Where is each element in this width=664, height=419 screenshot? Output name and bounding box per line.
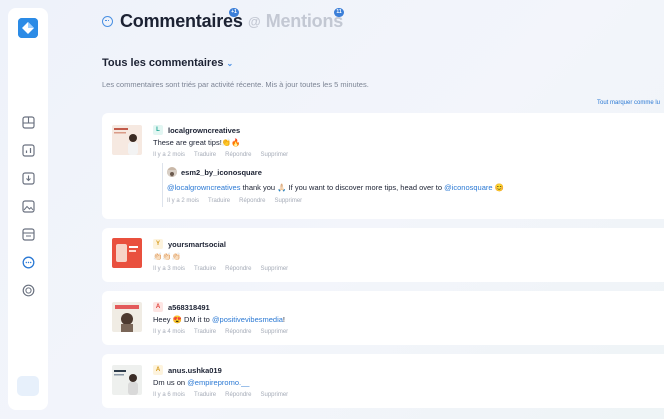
comment-meta: Il y a 2 mois Traduire Répondre Supprime… bbox=[153, 152, 288, 158]
listening-icon[interactable] bbox=[22, 284, 35, 297]
mentions-count-badge: 11 bbox=[334, 8, 344, 17]
post-thumbnail[interactable] bbox=[112, 125, 142, 155]
reply-text-end: 😊 bbox=[492, 183, 505, 192]
iconosquare-logo[interactable] bbox=[18, 18, 38, 38]
comment-text: Heey 😍 DM it to @positivevibesmedia! bbox=[153, 315, 285, 324]
comment-author[interactable]: a568318491 bbox=[168, 303, 210, 312]
comment-text-body: Heey 😍 DM it to bbox=[153, 315, 212, 324]
author-avatar: A bbox=[153, 365, 163, 375]
translate-button[interactable]: Traduire bbox=[208, 198, 230, 204]
comment-author[interactable]: yoursmartsocial bbox=[168, 240, 226, 249]
publish-icon[interactable] bbox=[22, 172, 35, 185]
comment-meta: Il y a 4 mois Traduire Répondre Supprime… bbox=[153, 329, 288, 335]
author-avatar: Y bbox=[153, 239, 163, 249]
analytics-icon[interactable] bbox=[22, 144, 35, 157]
reply-meta: Il y a 2 mois Traduire Répondre Supprime… bbox=[167, 198, 302, 204]
comment-card: A a568318491 Heey 😍 DM it to @positivevi… bbox=[102, 291, 664, 345]
tab-mentions-label: Mentions bbox=[265, 10, 344, 31]
sidebar bbox=[8, 8, 48, 410]
reply-button[interactable]: Répondre bbox=[225, 266, 251, 272]
translate-button[interactable]: Traduire bbox=[194, 152, 216, 158]
comment-author[interactable]: localgrowncreatives bbox=[168, 126, 240, 135]
reply-author-avatar bbox=[167, 167, 177, 177]
reply-thread: esm2_by_iconosquare @localgrowncreatives… bbox=[162, 163, 642, 207]
comment-card: A anus.ushka019 Dm us on @empirepromo.__… bbox=[102, 354, 664, 408]
comment-text-body: Dm us on bbox=[153, 378, 188, 387]
mention-link[interactable]: @positivevibesmedia bbox=[212, 315, 283, 324]
comment-text-end: ! bbox=[282, 315, 286, 324]
comment-text: 👏🏻👏🏻👏🏻 bbox=[153, 252, 182, 261]
delete-button[interactable]: Supprimer bbox=[261, 266, 289, 272]
comment-text: These are great tips!👏🔥 bbox=[153, 138, 241, 147]
mention-link[interactable]: @localgrowncreatives bbox=[167, 183, 240, 192]
comment-card: Y yoursmartsocial 👏🏻👏🏻👏🏻 Il y a 3 mois T… bbox=[102, 228, 664, 282]
comment-meta: Il y a 3 mois Traduire Répondre Supprime… bbox=[153, 266, 288, 272]
reply-button[interactable]: Répondre bbox=[225, 329, 251, 335]
delete-button[interactable]: Supprimer bbox=[261, 392, 289, 398]
reply-button[interactable]: Répondre bbox=[225, 152, 251, 158]
delete-button[interactable]: Supprimer bbox=[261, 329, 289, 335]
reply-text: @localgrowncreatives thank you 🙏🏻 If you… bbox=[167, 183, 504, 192]
translate-button[interactable]: Traduire bbox=[194, 392, 216, 398]
comment-time: Il y a 3 mois bbox=[153, 266, 186, 272]
comment-bubble-icon bbox=[102, 15, 113, 27]
translate-button[interactable]: Traduire bbox=[194, 329, 216, 335]
dashboard-icon[interactable] bbox=[22, 116, 35, 129]
comment-text: Dm us on @empirepromo.__ bbox=[153, 378, 249, 387]
author-avatar: L bbox=[153, 125, 163, 135]
reply-button[interactable]: Répondre bbox=[239, 198, 265, 204]
comment-time: Il y a 2 mois bbox=[153, 152, 186, 158]
inbox-comments-icon[interactable] bbox=[22, 256, 35, 269]
reply-button[interactable]: Répondre bbox=[225, 392, 251, 398]
reply-author[interactable]: esm2_by_iconosquare bbox=[181, 168, 262, 177]
section-description: Les commentaires sont triés par activité… bbox=[102, 80, 369, 89]
at-icon: @ bbox=[248, 13, 261, 29]
tab-mentions[interactable]: @ Mentions 11 bbox=[248, 8, 344, 32]
delete-button[interactable]: Supprimer bbox=[275, 198, 303, 204]
media-icon[interactable] bbox=[22, 200, 35, 213]
translate-button[interactable]: Traduire bbox=[194, 266, 216, 272]
delete-button[interactable]: Supprimer bbox=[261, 152, 289, 158]
filter-dropdown-label: Tous les commentaires bbox=[102, 57, 224, 69]
reply-time: Il y a 2 mois bbox=[167, 198, 200, 204]
post-thumbnail[interactable] bbox=[112, 302, 142, 332]
post-thumbnail[interactable] bbox=[112, 365, 142, 395]
filter-dropdown[interactable]: Tous les commentaires ⌄ bbox=[102, 57, 233, 69]
comment-time: Il y a 4 mois bbox=[153, 329, 186, 335]
comment-time: Il y a 6 mois bbox=[153, 392, 186, 398]
comment-card: L localgrowncreatives These are great ti… bbox=[102, 113, 664, 219]
calendar-icon[interactable] bbox=[22, 228, 35, 241]
mention-link[interactable]: @empirepromo.__ bbox=[187, 378, 249, 387]
mark-all-read-link[interactable]: Tout marquer comme lu bbox=[597, 100, 660, 106]
account-switcher[interactable] bbox=[17, 376, 39, 396]
mention-link[interactable]: @iconosquare bbox=[444, 183, 492, 192]
post-thumbnail[interactable] bbox=[112, 238, 142, 268]
comments-count-badge: +1 bbox=[229, 8, 239, 17]
author-avatar: A bbox=[153, 302, 163, 312]
reply-text-body: thank you 🙏🏻 If you want to discover mor… bbox=[240, 183, 445, 192]
comment-author[interactable]: anus.ushka019 bbox=[168, 366, 222, 375]
chevron-down-icon: ⌄ bbox=[226, 59, 234, 68]
tab-comments[interactable]: Commentaires +1 bbox=[102, 8, 243, 32]
tab-comments-label: Commentaires bbox=[120, 10, 243, 31]
comment-meta: Il y a 6 mois Traduire Répondre Supprime… bbox=[153, 392, 288, 398]
